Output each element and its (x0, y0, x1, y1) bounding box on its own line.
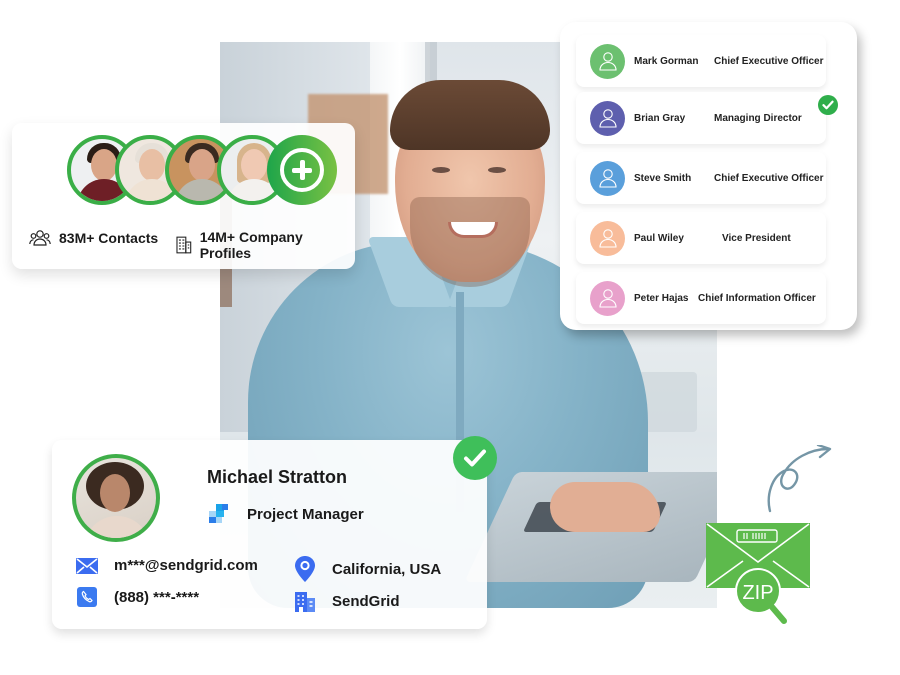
verified-check-icon (453, 436, 497, 480)
profile-email-value: m***@sendgrid.com (114, 557, 258, 574)
contact-row[interactable]: Paul Wiley Vice President (576, 212, 826, 264)
contact-title: Chief Executive Officer (714, 172, 824, 184)
company-building-icon (295, 592, 315, 612)
profile-card: Michael Stratton Project Manager m***@se… (52, 440, 487, 629)
contact-title: Chief Information Officer (698, 292, 816, 304)
profile-phone-value: (888) ***-**** (114, 588, 200, 606)
phone-icon (77, 587, 97, 607)
contacts-list-card: Mark Gorman Chief Executive Officer Bria… (560, 22, 857, 330)
contact-title: Vice President (722, 232, 791, 244)
profile-role-label: Project Manager (247, 505, 364, 523)
user-icon (598, 289, 617, 308)
user-icon (598, 52, 617, 71)
user-icon (598, 229, 617, 248)
curly-arrow-icon (767, 445, 832, 513)
user-icon (598, 169, 617, 188)
profile-company: SendGrid (292, 590, 400, 612)
contact-title: Managing Director (714, 112, 802, 124)
profile-avatar (72, 454, 160, 542)
contact-avatar (590, 160, 625, 196)
contact-name: Mark Gorman (634, 55, 699, 67)
user-icon (598, 109, 617, 128)
zip-label: ZIP (742, 582, 773, 604)
contact-name: Brian Gray (634, 112, 686, 124)
contact-title: Chief Executive Officer (714, 55, 824, 67)
contact-row[interactable]: Peter Hajas Chief Information Officer (576, 272, 826, 324)
stat-contacts: 83M+ Contacts (29, 229, 158, 247)
profile-company-value: SendGrid (332, 592, 400, 610)
contact-avatar (590, 280, 625, 316)
stats-card: 83M+ Contacts 14M+ Company Profiles (12, 123, 355, 269)
location-pin-icon (295, 556, 315, 582)
plus-circle-icon (280, 148, 324, 192)
contact-name: Paul Wiley (634, 232, 684, 244)
building-icon (176, 236, 192, 254)
mail-icon (76, 557, 98, 574)
add-contact-button[interactable] (267, 135, 337, 205)
profile-location: California, USA (292, 556, 441, 582)
stat-company-profiles-label: 14M+ Company Profiles (199, 229, 303, 261)
stat-company-profiles: 14M+ Company Profiles (176, 229, 355, 261)
profile-location-value: California, USA (332, 560, 442, 578)
contact-row[interactable]: Brian Gray Managing Director (576, 92, 826, 144)
stat-contacts-label: 83M+ Contacts (59, 230, 159, 246)
contact-avatar (590, 43, 625, 79)
zip-envelope-icon: ZIP (706, 523, 810, 624)
profile-role: Project Manager (207, 504, 364, 524)
job-title-icon (209, 504, 228, 523)
contact-name: Peter Hajas (634, 292, 689, 304)
profile-name: Michael Stratton (207, 467, 348, 487)
contact-avatar (590, 100, 625, 136)
people-group-icon (29, 230, 51, 246)
verified-check-icon (818, 95, 838, 115)
contact-avatar (590, 220, 625, 256)
contact-name: Steve Smith (634, 172, 692, 184)
profile-phone[interactable]: (888) ***-**** (74, 587, 199, 607)
contact-row[interactable]: Steve Smith Chief Executive Officer (576, 152, 826, 204)
contact-row[interactable]: Mark Gorman Chief Executive Officer (576, 35, 826, 87)
profile-email[interactable]: m***@sendgrid.com (74, 557, 258, 574)
